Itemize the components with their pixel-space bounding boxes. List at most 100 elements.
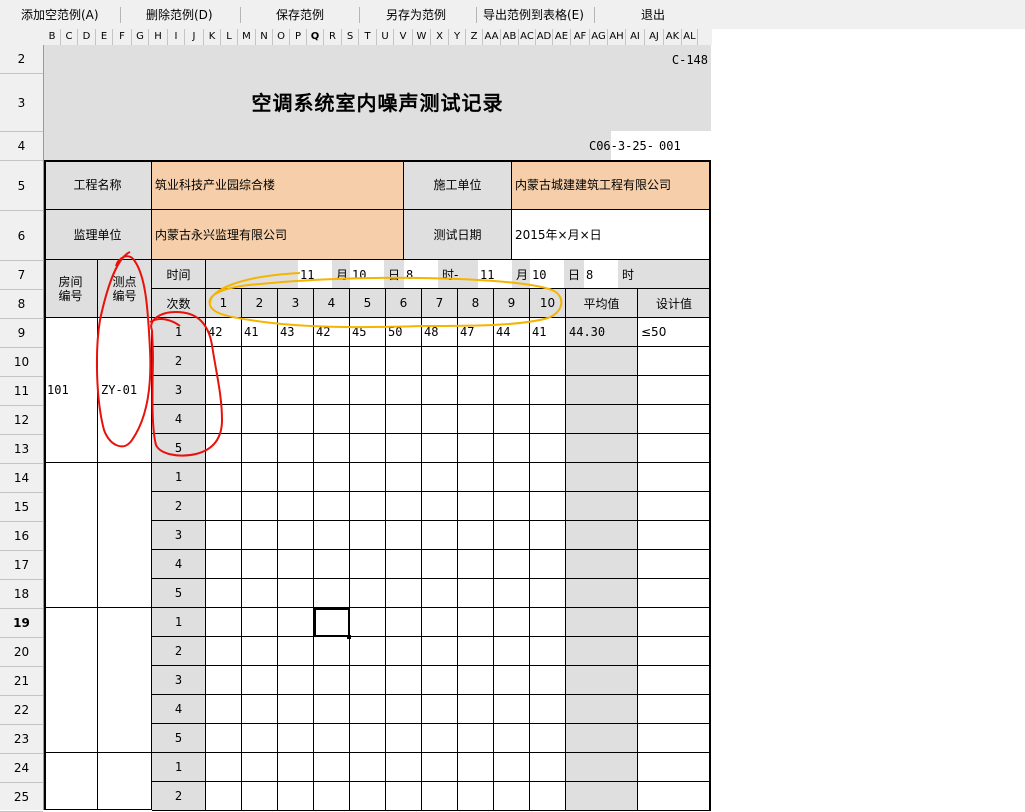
column-header-i[interactable]: I: [168, 29, 185, 45]
measurement-cell[interactable]: [206, 782, 242, 811]
measurement-cell[interactable]: [350, 724, 386, 753]
month-2-field[interactable]: 11: [478, 260, 512, 288]
design-value-cell[interactable]: [638, 782, 711, 811]
measurement-cell[interactable]: [386, 492, 422, 521]
point-number-field[interactable]: [98, 608, 152, 753]
measurement-cell[interactable]: [530, 724, 566, 753]
measurement-cell[interactable]: [242, 550, 278, 579]
measurement-cell[interactable]: [278, 521, 314, 550]
column-header-b[interactable]: B: [44, 29, 61, 45]
point-number-field[interactable]: [98, 753, 152, 810]
measurement-cell[interactable]: [458, 405, 494, 434]
column-header-al[interactable]: AL: [682, 29, 698, 45]
row-header-4[interactable]: 4: [0, 132, 43, 161]
design-value-cell[interactable]: [638, 405, 711, 434]
column-header-r[interactable]: R: [324, 29, 342, 45]
measurement-cell[interactable]: [386, 376, 422, 405]
column-header-aa[interactable]: AA: [483, 29, 501, 45]
column-header-t[interactable]: T: [359, 29, 377, 45]
measurement-cell[interactable]: [530, 579, 566, 608]
column-header-m[interactable]: M: [238, 29, 256, 45]
design-value-cell[interactable]: [638, 521, 711, 550]
measurement-cell[interactable]: [314, 347, 350, 376]
measurement-cell[interactable]: [422, 550, 458, 579]
measurement-cell[interactable]: [494, 666, 530, 695]
row-header-19[interactable]: 19: [0, 609, 43, 638]
measurement-cell[interactable]: [314, 463, 350, 492]
measurement-cell[interactable]: [242, 405, 278, 434]
measurement-cell[interactable]: [206, 376, 242, 405]
save-template-button[interactable]: 保存范例: [276, 7, 324, 24]
measurement-cell[interactable]: [386, 405, 422, 434]
measurement-cell[interactable]: [494, 376, 530, 405]
measurement-cell[interactable]: [242, 347, 278, 376]
selected-cell-cursor[interactable]: [314, 608, 350, 637]
measurement-cell[interactable]: [314, 550, 350, 579]
measurement-cell[interactable]: [206, 492, 242, 521]
row-header-14[interactable]: 14: [0, 464, 43, 493]
room-number-field[interactable]: [44, 753, 98, 810]
measurement-cell[interactable]: [458, 782, 494, 811]
measurement-cell[interactable]: [530, 347, 566, 376]
column-header-y[interactable]: Y: [449, 29, 466, 45]
design-value-cell[interactable]: [638, 492, 711, 521]
measurement-cell[interactable]: [530, 782, 566, 811]
measurement-cell[interactable]: [386, 608, 422, 637]
measurement-cell[interactable]: [458, 666, 494, 695]
measurement-cell[interactable]: [422, 666, 458, 695]
measurement-cell[interactable]: [278, 666, 314, 695]
measurement-cell[interactable]: [278, 405, 314, 434]
room-number-field[interactable]: [44, 463, 98, 608]
design-value-cell[interactable]: [638, 753, 711, 782]
column-header-v[interactable]: V: [394, 29, 413, 45]
measurement-cell[interactable]: [494, 463, 530, 492]
column-header-ag[interactable]: AG: [590, 29, 608, 45]
measurement-cell[interactable]: [386, 782, 422, 811]
measurement-cell[interactable]: [278, 637, 314, 666]
measurement-cell[interactable]: [494, 724, 530, 753]
measurement-cell[interactable]: [350, 550, 386, 579]
measurement-cell[interactable]: [314, 376, 350, 405]
row-header-9[interactable]: 9: [0, 319, 43, 348]
row-header-10[interactable]: 10: [0, 348, 43, 377]
measurement-cell[interactable]: [278, 724, 314, 753]
column-header-ah[interactable]: AH: [608, 29, 626, 45]
measurement-cell[interactable]: [278, 579, 314, 608]
column-header-q[interactable]: Q: [307, 29, 324, 45]
measurement-cell[interactable]: 44: [494, 318, 530, 347]
point-number-field[interactable]: ZY-01: [98, 318, 152, 463]
measurement-cell[interactable]: [386, 347, 422, 376]
design-value-cell[interactable]: [638, 695, 711, 724]
column-header-z[interactable]: Z: [466, 29, 483, 45]
measurement-cell[interactable]: [494, 550, 530, 579]
row-header-23[interactable]: 23: [0, 725, 43, 754]
measurement-cell[interactable]: [350, 434, 386, 463]
row-header-3[interactable]: 3: [0, 74, 43, 132]
row-header-20[interactable]: 20: [0, 638, 43, 667]
measurement-cell[interactable]: [422, 376, 458, 405]
measurement-cell[interactable]: [530, 695, 566, 724]
measurement-cell[interactable]: [386, 434, 422, 463]
measurement-cell[interactable]: [458, 376, 494, 405]
measurement-cell[interactable]: [494, 608, 530, 637]
measurement-cell[interactable]: [242, 666, 278, 695]
measurement-cell[interactable]: 50: [386, 318, 422, 347]
measurement-cell[interactable]: [350, 347, 386, 376]
measurement-cell[interactable]: [350, 695, 386, 724]
measurement-cell[interactable]: [350, 376, 386, 405]
day-1-field[interactable]: 10: [350, 260, 384, 288]
measurement-cell[interactable]: [314, 434, 350, 463]
measurement-cell[interactable]: [422, 724, 458, 753]
row-header-7[interactable]: 7: [0, 261, 43, 290]
measurement-cell[interactable]: [314, 579, 350, 608]
measurement-cell[interactable]: [278, 492, 314, 521]
measurement-cell[interactable]: [458, 695, 494, 724]
column-header-e[interactable]: E: [96, 29, 113, 45]
measurement-cell[interactable]: [458, 463, 494, 492]
measurement-cell[interactable]: [458, 753, 494, 782]
measurement-cell[interactable]: [386, 521, 422, 550]
measurement-cell[interactable]: [242, 695, 278, 724]
row-header-24[interactable]: 24: [0, 754, 43, 783]
measurement-cell[interactable]: [278, 376, 314, 405]
design-value-cell[interactable]: [638, 579, 711, 608]
